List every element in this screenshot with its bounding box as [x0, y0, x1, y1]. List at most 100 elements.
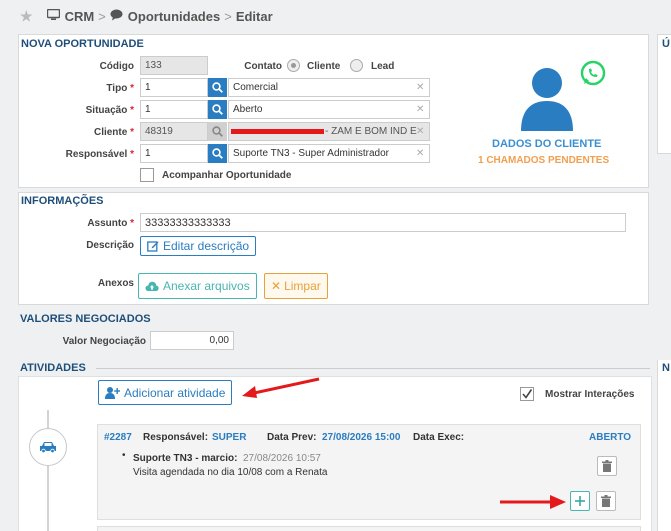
cliente-label: Cliente * — [60, 127, 134, 138]
activity-data-exec-label: Data Exec: — [413, 432, 465, 443]
cliente-radio-label[interactable]: Cliente — [307, 61, 340, 72]
situacao-label-text: Situação — [85, 105, 128, 116]
activity-responsavel-value: SUPER — [212, 432, 247, 443]
breadcrumb-separator: > — [224, 8, 232, 24]
activity-responsavel-label: Responsável: — [143, 432, 209, 443]
required-mark: * — [130, 149, 134, 160]
cliente-radio[interactable] — [287, 59, 300, 72]
cloud-upload-icon — [145, 281, 159, 291]
dados-do-cliente-link[interactable]: DADOS DO CLIENTE — [492, 138, 601, 150]
editar-descricao-label: Editar descrição — [163, 239, 250, 253]
responsavel-id-input[interactable]: 1 — [140, 144, 208, 163]
atividades-title: ATIVIDADES — [20, 362, 86, 374]
activity-data-prev-label: Data Prev: — [267, 432, 317, 443]
responsavel-search-button[interactable] — [208, 144, 227, 163]
lead-radio-label[interactable]: Lead — [371, 61, 394, 72]
search-icon — [212, 126, 223, 137]
acompanhar-label[interactable]: Acompanhar Oportunidade — [162, 170, 291, 181]
descricao-label: Descrição — [86, 240, 134, 251]
limpar-button[interactable]: ✕ Limpar — [264, 273, 328, 299]
responsavel-label: Responsável * — [40, 149, 134, 160]
right-side-panel-lower: N — [657, 360, 671, 531]
interaction-author: Suporte TN3 - marcio: — [133, 453, 238, 464]
breadcrumb-editar: Editar — [235, 8, 273, 24]
valores-title: VALORES NEGOCIADOS — [20, 313, 151, 325]
plus-icon — [575, 496, 585, 506]
interaction-date: 27/08/2026 10:57 — [243, 453, 321, 464]
required-mark: * — [130, 83, 134, 94]
situacao-value-field[interactable]: Aberto — [228, 100, 430, 119]
valor-negociacao-input[interactable]: 0,00 — [150, 331, 234, 350]
whatsapp-icon[interactable] — [580, 60, 606, 86]
client-avatar-icon[interactable] — [518, 65, 576, 131]
trash-icon — [601, 495, 611, 507]
add-user-icon — [105, 387, 120, 399]
anexos-label: Anexos — [97, 278, 134, 289]
cliente-value-suffix: - ZAM E BOM IND E — [325, 126, 417, 137]
required-mark: * — [130, 105, 134, 116]
adicionar-atividade-button[interactable]: Adicionar atividade — [98, 380, 233, 405]
required-mark: * — [130, 218, 134, 229]
codigo-label: Código — [99, 61, 134, 72]
annotation-arrow-icon — [242, 377, 320, 398]
breadcrumb: ★ CRM > Oportunidades > Editar — [0, 0, 671, 32]
right-panel-title: Ú — [662, 38, 670, 50]
search-icon — [212, 148, 223, 159]
anexar-arquivos-button[interactable]: Anexar arquivos — [138, 273, 257, 299]
monitor-icon — [46, 8, 60, 24]
anexar-arquivos-label: Anexar arquivos — [163, 279, 250, 293]
activity-id-link[interactable]: #2287 — [104, 432, 132, 443]
tipo-search-button[interactable] — [208, 78, 227, 97]
assunto-label-text: Assunto — [87, 218, 128, 229]
valor-negociacao-label: Valor Negociação — [62, 336, 146, 347]
situacao-id-input[interactable]: 1 — [140, 100, 208, 119]
next-activity-card — [97, 526, 641, 531]
tipo-label: Tipo * — [60, 83, 134, 94]
edit-icon — [147, 241, 159, 252]
situacao-clear-icon[interactable]: ✕ — [416, 104, 424, 115]
contato-label: Contato — [244, 61, 282, 72]
required-mark: * — [130, 127, 134, 138]
responsavel-label-text: Responsável — [65, 149, 128, 160]
responsavel-value-field[interactable]: Suporte TN3 - Super Administrador — [228, 144, 430, 163]
activity-status-badge: ABERTO — [589, 432, 632, 443]
mostrar-interacoes-label[interactable]: Mostrar Interações — [545, 389, 634, 400]
nova-oportunidade-title: NOVA OPORTUNIDADE — [21, 38, 144, 50]
limpar-label: Limpar — [284, 279, 321, 293]
favorite-star-icon[interactable]: ★ — [20, 8, 33, 25]
assunto-input[interactable]: 33333333333333 — [140, 213, 626, 232]
editar-descricao-button[interactable]: Editar descrição — [140, 236, 257, 256]
cliente-clear-icon: ✕ — [416, 126, 425, 137]
acompanhar-checkbox[interactable] — [140, 168, 154, 182]
interaction-text: Visita agendada no dia 10/08 com a Renat… — [133, 467, 328, 478]
tipo-label-text: Tipo — [106, 83, 128, 94]
right-side-panel: Ú — [657, 34, 671, 154]
informacoes-title: INFORMAÇÕES — [21, 195, 104, 207]
timeline-node — [29, 428, 67, 466]
adicionar-atividade-label: Adicionar atividade — [124, 385, 226, 400]
atividades-divider — [96, 368, 650, 369]
tipo-value-field[interactable]: Comercial — [228, 78, 430, 97]
search-icon — [212, 82, 223, 93]
trash-icon — [602, 460, 612, 472]
breadcrumb-separator: > — [98, 8, 106, 24]
chamados-pendentes-link[interactable]: 1 CHAMADOS PENDENTES — [478, 155, 609, 166]
check-icon — [522, 389, 533, 399]
breadcrumb-oportunidades[interactable]: Oportunidades — [128, 9, 220, 24]
redaction-bar — [231, 129, 324, 134]
mostrar-interacoes-checkbox[interactable] — [520, 387, 534, 401]
annotation-arrow-icon — [500, 495, 566, 509]
activity-data-prev-value: 27/08/2026 15:00 — [322, 432, 401, 443]
delete-activity-button[interactable] — [596, 491, 616, 511]
close-icon: ✕ — [271, 279, 282, 293]
tipo-clear-icon[interactable]: ✕ — [416, 82, 424, 93]
delete-interaction-button[interactable] — [597, 456, 617, 476]
add-interaction-button[interactable] — [570, 491, 590, 511]
situacao-label: Situação * — [60, 105, 134, 116]
chat-icon — [110, 9, 123, 24]
situacao-search-button[interactable] — [208, 100, 227, 119]
responsavel-clear-icon[interactable]: ✕ — [416, 148, 424, 159]
breadcrumb-crm[interactable]: CRM — [65, 9, 95, 24]
lead-radio[interactable] — [350, 59, 363, 72]
tipo-id-input[interactable]: 1 — [140, 78, 208, 97]
